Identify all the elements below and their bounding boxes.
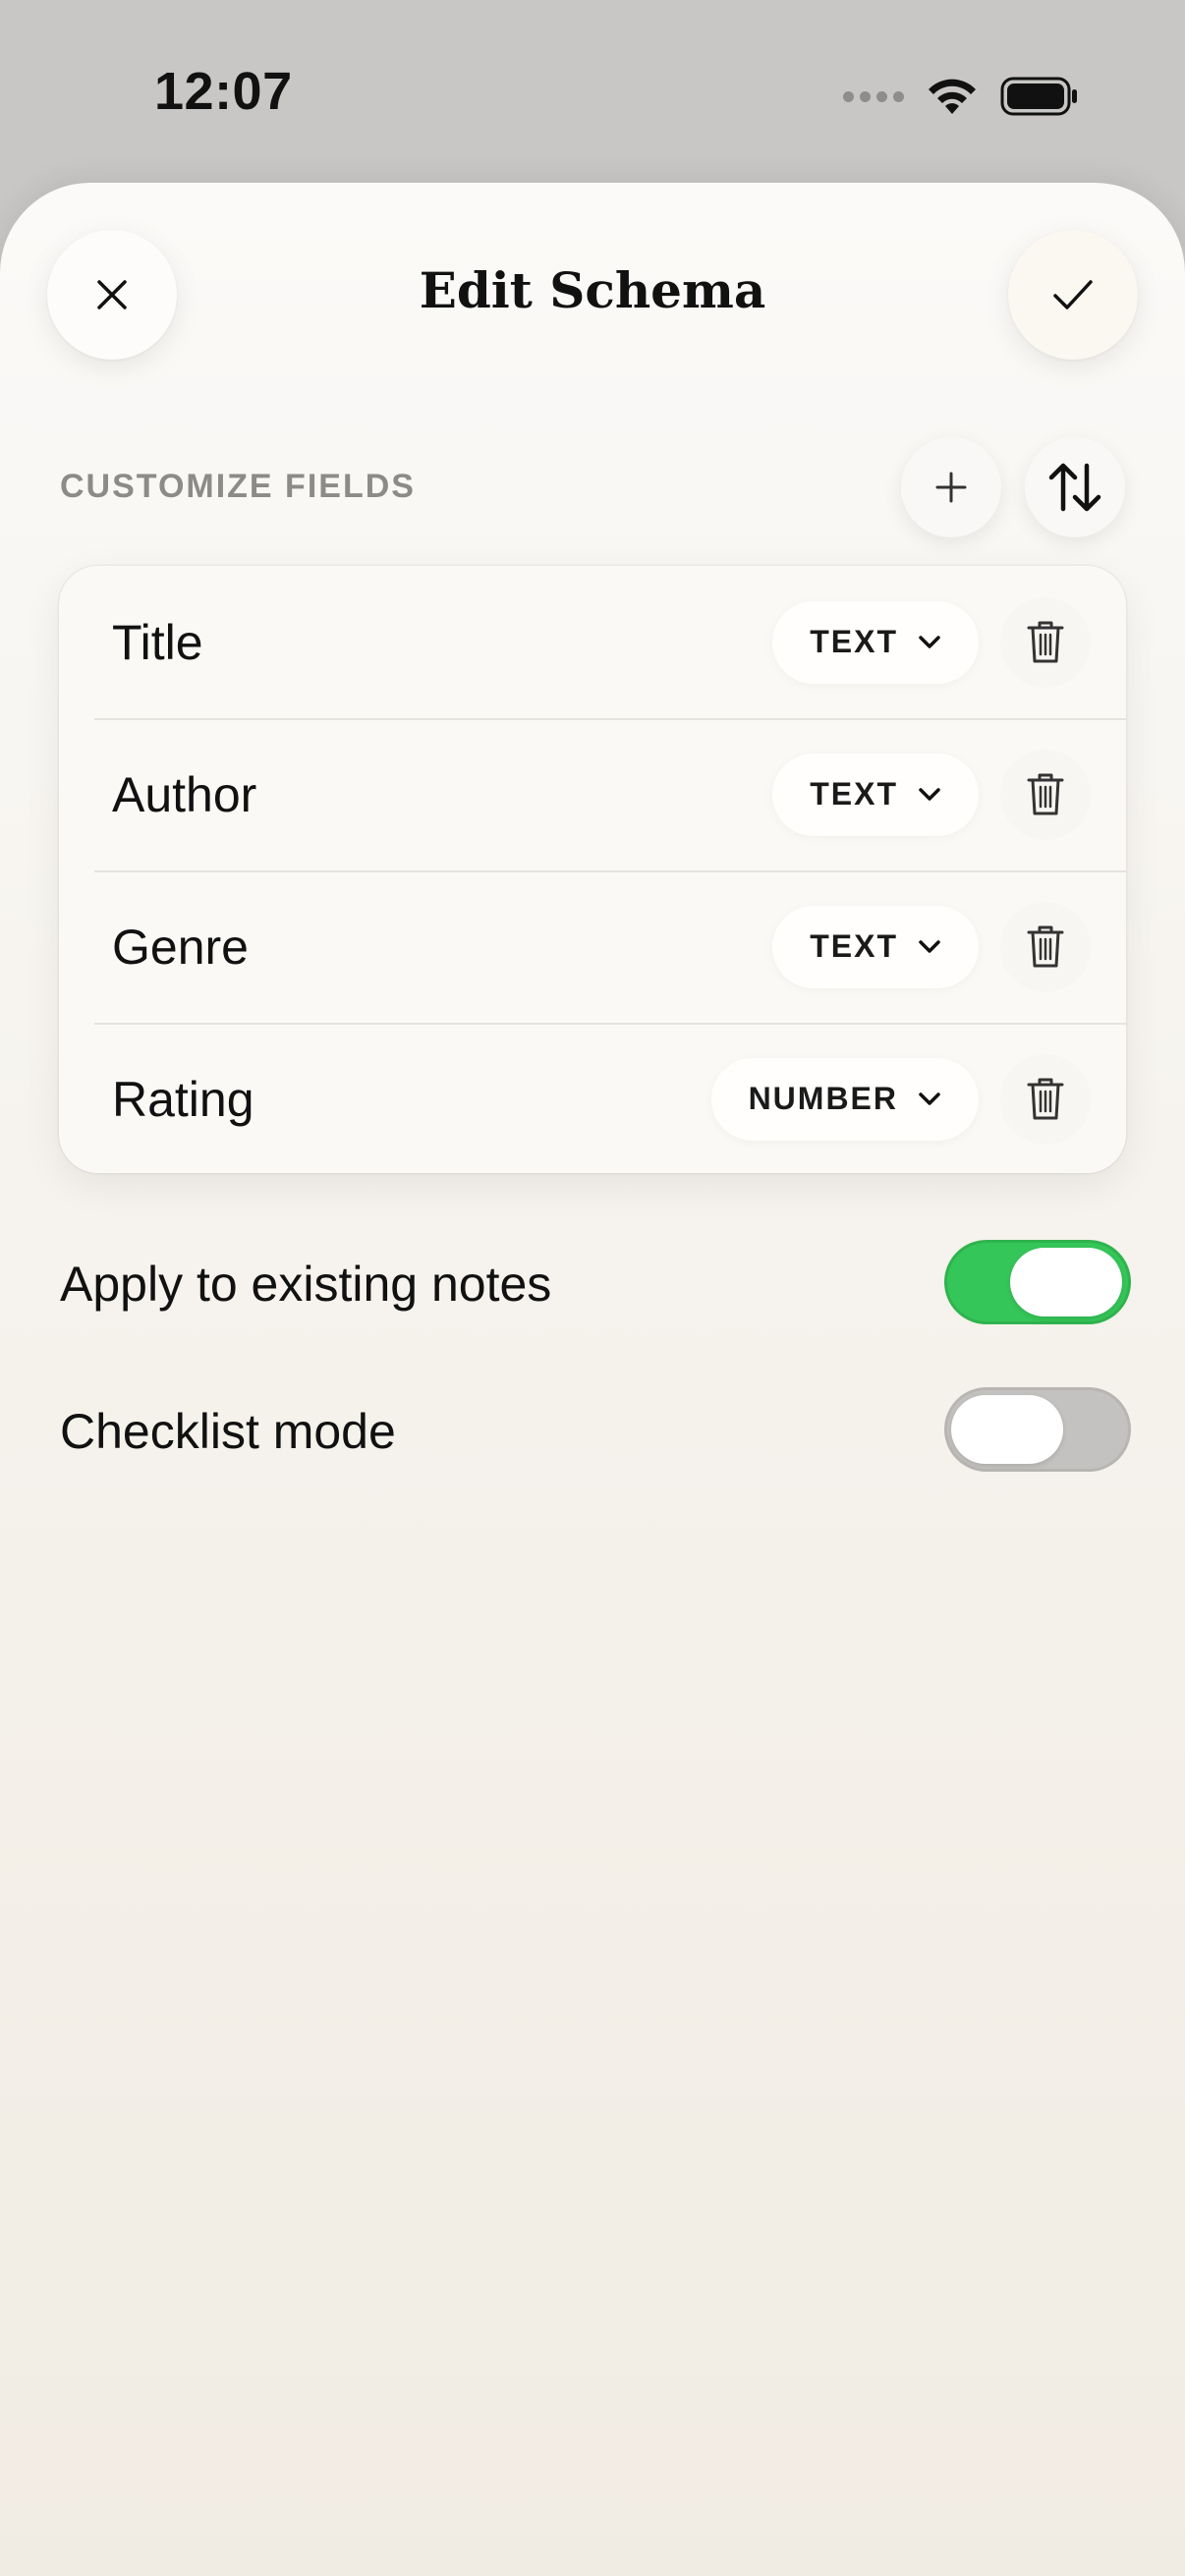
field-name: Rating	[112, 1071, 254, 1127]
delete-field-button[interactable]	[1000, 901, 1091, 992]
delete-field-button[interactable]	[1000, 749, 1091, 840]
field-type-dropdown[interactable]: NUMBER	[710, 1057, 979, 1141]
field-type-dropdown[interactable]: TEXT	[772, 753, 979, 836]
field-name: Title	[112, 614, 203, 670]
field-name: Genre	[112, 919, 249, 975]
wifi-icon	[929, 79, 976, 114]
trash-icon	[1027, 773, 1064, 814]
trash-icon	[1027, 925, 1064, 967]
chevron-down-icon	[919, 787, 940, 801]
trash-icon	[1027, 1078, 1064, 1119]
checkmark-icon	[1053, 280, 1093, 309]
sort-arrows-icon	[1048, 463, 1101, 512]
checklist-mode-row: Checklist mode	[60, 1387, 1131, 1476]
chevron-down-icon	[919, 939, 940, 953]
field-type-dropdown[interactable]: TEXT	[772, 600, 979, 684]
toggle-knob	[951, 1395, 1063, 1464]
fields-list: Title TEXT Author TEXT Genre TEXT Rating…	[59, 566, 1126, 1173]
field-type-label: TEXT	[810, 928, 898, 964]
field-row-genre: Genre TEXT	[59, 870, 1126, 1023]
cellular-signal-icon	[843, 90, 904, 102]
field-row-author: Author TEXT	[59, 718, 1126, 870]
chevron-down-icon	[919, 1092, 940, 1105]
chevron-down-icon	[919, 635, 940, 648]
field-row-title: Title TEXT	[59, 566, 1126, 718]
trash-icon	[1027, 621, 1064, 662]
field-type-label: TEXT	[810, 776, 898, 812]
field-row-rating: Rating NUMBER	[59, 1023, 1126, 1173]
done-button[interactable]	[1008, 230, 1138, 360]
status-bar: 12:07	[0, 0, 1185, 187]
field-type-label: NUMBER	[748, 1081, 898, 1116]
field-type-label: TEXT	[810, 624, 898, 659]
status-time: 12:07	[154, 62, 293, 121]
apply-existing-toggle[interactable]	[944, 1240, 1131, 1324]
apply-existing-label: Apply to existing notes	[60, 1257, 552, 1312]
apply-existing-row: Apply to existing notes	[60, 1240, 1131, 1328]
add-field-button[interactable]	[901, 437, 1001, 537]
plus-icon	[935, 472, 967, 503]
checklist-mode-label: Checklist mode	[60, 1404, 396, 1459]
delete-field-button[interactable]	[1000, 1053, 1091, 1145]
delete-field-button[interactable]	[1000, 596, 1091, 688]
checklist-mode-toggle[interactable]	[944, 1387, 1131, 1472]
battery-icon	[1000, 77, 1077, 116]
section-header: CUSTOMIZE FIELDS	[60, 468, 416, 505]
reorder-fields-button[interactable]	[1025, 437, 1125, 537]
status-icons	[843, 69, 1079, 124]
toggle-knob	[1010, 1248, 1122, 1316]
field-name: Author	[112, 766, 257, 822]
edit-schema-sheet: Edit Schema CUSTOMIZE FIELDS Title TEXT	[0, 183, 1185, 2576]
field-type-dropdown[interactable]: TEXT	[772, 905, 979, 988]
